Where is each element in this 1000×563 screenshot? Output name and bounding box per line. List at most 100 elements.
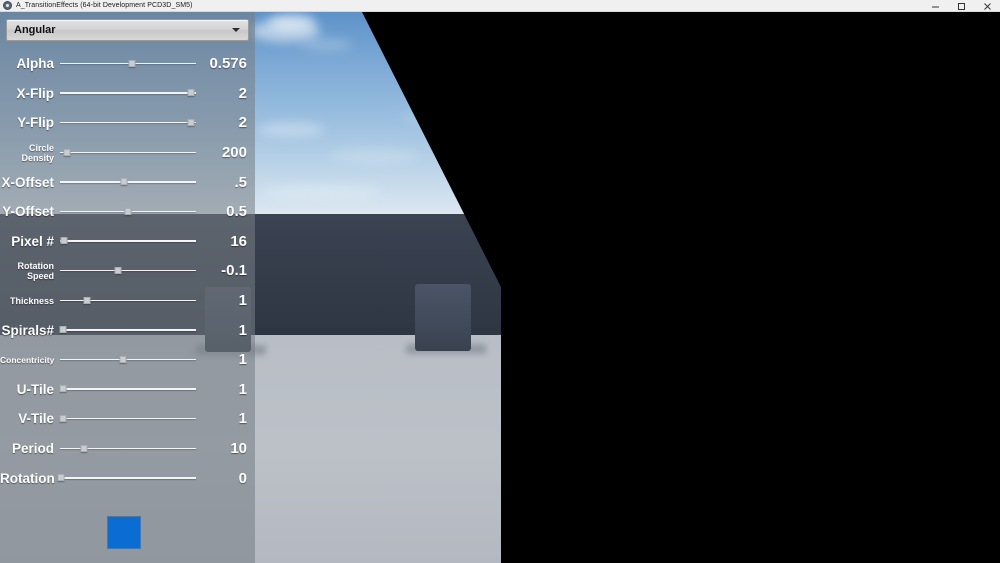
parameter-row: V-Tile 1 [0, 404, 255, 434]
parameter-value: 0.5 [226, 203, 247, 221]
parameter-row: Circle Density 200 [0, 138, 255, 168]
slider-knob[interactable] [59, 414, 67, 422]
color-swatch[interactable] [107, 516, 141, 549]
slider-track[interactable] [60, 388, 196, 390]
slider-track[interactable] [60, 269, 196, 272]
minimize-button[interactable] [922, 0, 948, 12]
slider-track[interactable] [60, 329, 196, 331]
maximize-button[interactable] [948, 0, 974, 12]
parameter-value: 1 [238, 380, 247, 398]
parameter-value: .5 [234, 173, 247, 191]
slider-track[interactable] [60, 121, 196, 124]
parameter-value: 200 [221, 144, 247, 162]
parameter-value: 1 [238, 321, 247, 339]
parameter-label: Pixel # [11, 233, 54, 249]
slider-track[interactable] [60, 477, 196, 479]
parameter-label: Period [11, 441, 54, 457]
parameter-row: Period 10 [0, 434, 255, 464]
parameter-value: 0 [238, 469, 247, 487]
slider-knob[interactable] [114, 266, 122, 274]
cloud [300, 38, 352, 51]
parameter-value: 16 [230, 232, 247, 250]
parameter-value: 1 [238, 351, 247, 369]
parameter-row: Spirals# 1 [0, 315, 255, 345]
parameter-row: Y-Offset 0.5 [0, 197, 255, 227]
parameter-slider[interactable] [60, 116, 196, 130]
slider-knob[interactable] [128, 59, 136, 67]
parameter-slider[interactable] [60, 86, 196, 100]
parameter-row: Rotation Speed -0.1 [0, 256, 255, 286]
parameter-row: Y-Flip 2 [0, 108, 255, 138]
parameter-slider[interactable] [59, 412, 196, 426]
parameter-label: X-Flip [16, 85, 55, 101]
parameter-slider[interactable] [59, 323, 196, 337]
slider-knob[interactable] [80, 444, 88, 452]
slider-track[interactable] [60, 92, 196, 94]
parameter-row: Concentricity 1 [0, 345, 255, 375]
slider-knob[interactable] [60, 237, 68, 245]
parameter-label: Rotation [0, 470, 55, 486]
slider-knob[interactable] [187, 89, 195, 97]
parameter-slider[interactable] [60, 175, 196, 189]
parameter-label: Thickness [9, 295, 54, 306]
parameter-slider[interactable] [60, 205, 196, 219]
parameter-row: U-Tile 1 [0, 375, 255, 405]
slider-knob[interactable] [57, 474, 65, 482]
slider-knob[interactable] [83, 296, 91, 304]
parameter-slider[interactable] [60, 264, 196, 278]
parameter-label: Alpha [16, 56, 54, 72]
parameter-slider[interactable] [60, 353, 196, 367]
parameter-value: 0.576 [209, 55, 247, 73]
parameter-row: Alpha 0.576 [0, 49, 255, 79]
cloud [262, 184, 382, 200]
parameter-slider[interactable] [60, 294, 196, 308]
parameter-row: Pixel # 16 [0, 227, 255, 257]
parameter-label: Rotation Speed [17, 260, 55, 281]
parameter-value: 1 [238, 292, 247, 310]
slider-knob[interactable] [120, 178, 128, 186]
parameter-slider[interactable] [60, 234, 196, 248]
parameter-label: Concentricity [0, 354, 55, 365]
parameter-slider[interactable] [60, 442, 196, 456]
slider-knob[interactable] [124, 207, 132, 215]
slider-knob[interactable] [63, 148, 71, 156]
cloud [268, 14, 316, 30]
parameter-value: 2 [238, 84, 247, 102]
application-window: Angular Alpha 0.576 X-Flip 2 Y-Flip 2 Circle D… [0, 0, 1000, 563]
title-bar[interactable]: A_TransitionEffects (64-bit Development … [0, 0, 1000, 12]
cloud [330, 148, 420, 164]
parameter-value: -0.1 [221, 262, 247, 280]
effect-type-dropdown[interactable]: Angular [6, 19, 249, 41]
parameter-value: 1 [238, 410, 247, 428]
parameter-label: Circle Density [21, 142, 54, 163]
chevron-down-icon [228, 28, 244, 32]
parameter-slider[interactable] [60, 57, 196, 71]
parameter-row: X-Offset .5 [0, 167, 255, 197]
parameter-slider[interactable] [57, 471, 196, 485]
parameter-slider[interactable] [59, 382, 196, 396]
slider-track[interactable] [60, 151, 196, 154]
slider-track[interactable] [60, 181, 196, 183]
slider-knob[interactable] [119, 355, 127, 363]
parameter-value: 10 [230, 440, 247, 458]
slider-track[interactable] [60, 417, 196, 420]
window-title: A_TransitionEffects (64-bit Development … [16, 1, 193, 9]
effect-type-dropdown-value: Angular [14, 24, 56, 36]
slider-track[interactable] [60, 358, 196, 361]
parameter-label: Y-Offset [2, 204, 54, 220]
parameter-label: Y-Flip [17, 115, 54, 131]
parameter-slider[interactable] [60, 146, 196, 160]
parameter-label: U-Tile [16, 381, 54, 397]
slider-track[interactable] [60, 240, 196, 242]
slider-knob[interactable] [187, 118, 195, 126]
parameter-row: Rotation 0 [0, 463, 255, 493]
slider-track[interactable] [60, 299, 196, 302]
slider-knob[interactable] [59, 385, 67, 393]
window-controls [922, 0, 1000, 12]
slider-knob[interactable] [59, 326, 67, 334]
parameter-row: Thickness 1 [0, 286, 255, 316]
close-button[interactable] [974, 0, 1000, 12]
parameter-row: X-Flip 2 [0, 79, 255, 109]
scene-box [415, 284, 471, 351]
app-icon [3, 1, 12, 10]
